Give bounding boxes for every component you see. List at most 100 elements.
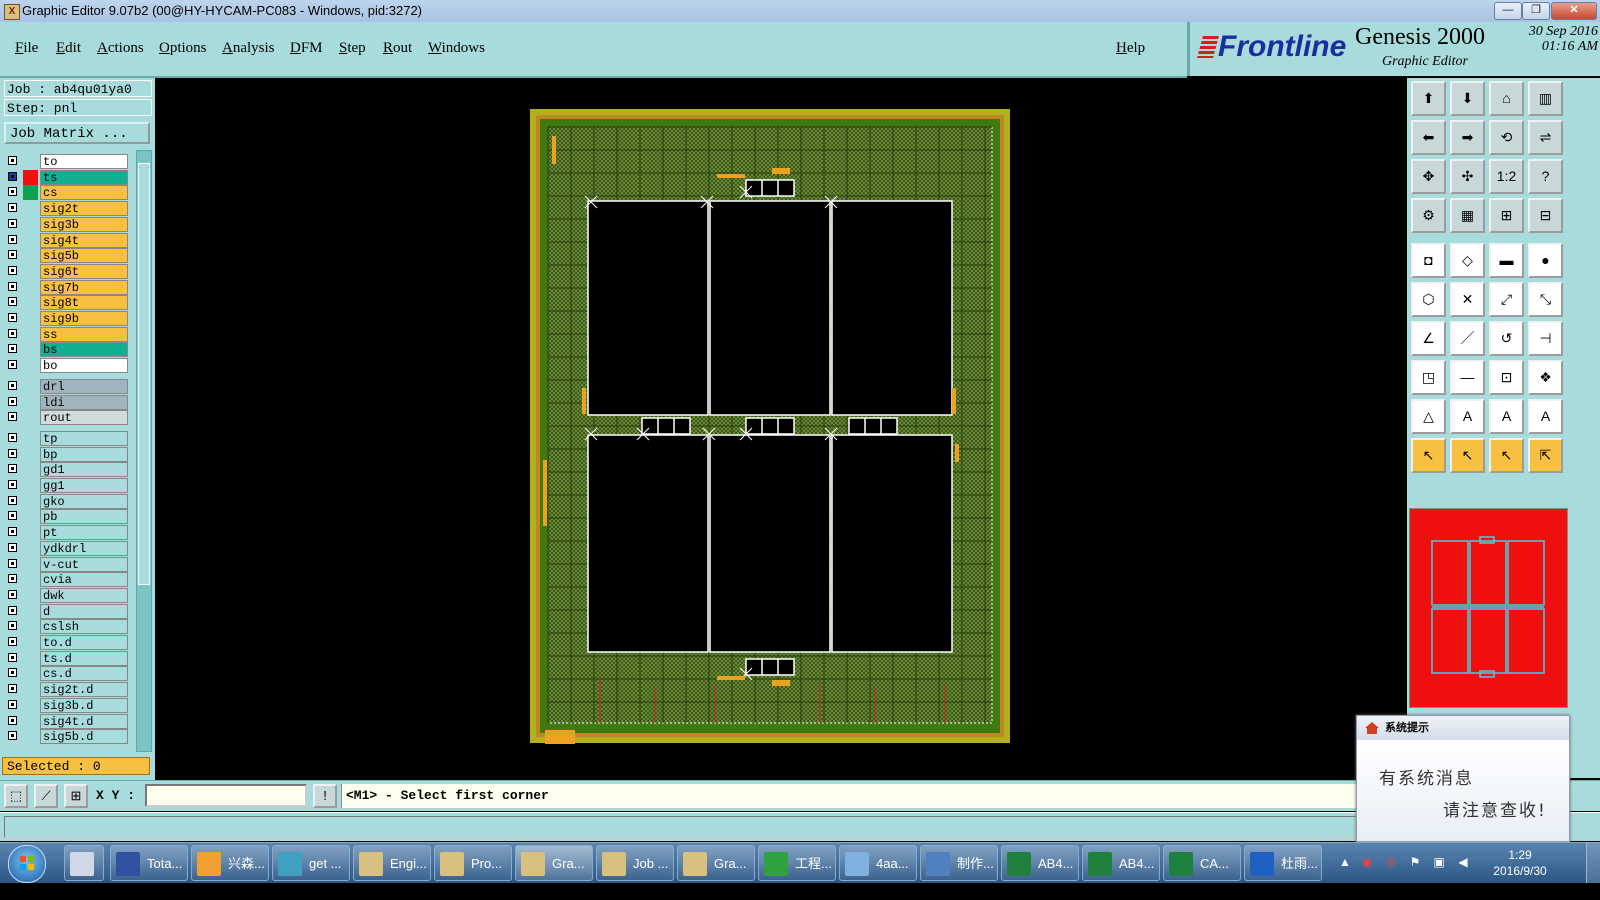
layer-checkbox[interactable]: [8, 360, 17, 370]
layer-checkbox[interactable]: [8, 412, 17, 422]
layer-row-ts-d[interactable]: ts.d: [4, 650, 128, 666]
layer-name[interactable]: sig3b: [40, 216, 128, 232]
layer-name[interactable]: to.d: [40, 635, 128, 650]
menu-actions[interactable]: Actions: [97, 40, 144, 57]
taskbar-item[interactable]: Engi...: [353, 845, 431, 881]
layer-name[interactable]: ts: [40, 169, 128, 185]
layer-checkbox[interactable]: [8, 699, 17, 709]
tool-button-icon[interactable]: ⟲: [1489, 120, 1524, 155]
info-icon[interactable]: !: [313, 784, 337, 808]
taskbar-item[interactable]: 制作...: [920, 845, 998, 881]
tool-button-icon[interactable]: A: [1528, 399, 1563, 434]
taskbar-item[interactable]: Tota...: [110, 845, 188, 881]
taskbar-clock[interactable]: 1:29 2016/9/30: [1480, 847, 1560, 879]
layer-checkbox[interactable]: [8, 527, 17, 537]
layer-checkbox[interactable]: [8, 156, 17, 165]
tool-button-icon[interactable]: ●: [1528, 243, 1563, 278]
taskbar-item[interactable]: CA...: [1163, 845, 1241, 881]
menu-rout[interactable]: Rout: [383, 40, 412, 57]
taskbar-item[interactable]: 兴森...: [191, 845, 269, 881]
tool-button-icon[interactable]: ↺: [1489, 321, 1524, 356]
layer-name[interactable]: ss: [40, 326, 128, 342]
layer-checkbox[interactable]: [8, 171, 17, 181]
taskbar-item[interactable]: Gra...: [515, 845, 593, 881]
tool-button-icon[interactable]: ✕: [1450, 282, 1485, 317]
layer-row-pb[interactable]: pb: [4, 509, 128, 525]
layer-row-dwk[interactable]: dwk: [4, 587, 128, 603]
layer-checkbox[interactable]: [8, 668, 17, 678]
layer-checkbox[interactable]: [8, 652, 17, 662]
layer-name[interactable]: bo: [40, 358, 128, 374]
layer-name[interactable]: cvia: [40, 572, 128, 588]
layer-checkbox[interactable]: [8, 380, 17, 390]
menu-dfm[interactable]: DFM: [290, 40, 323, 57]
taskbar-item[interactable]: 工程...: [758, 845, 836, 881]
taskbar-item[interactable]: Job ...: [596, 845, 674, 881]
tool-button-icon[interactable]: ◘: [1411, 243, 1446, 278]
layer-color-swatch[interactable]: [23, 185, 38, 201]
menu-analysis[interactable]: Analysis: [222, 40, 275, 57]
layer-name[interactable]: sig5b.d: [40, 729, 128, 745]
tool-button-icon[interactable]: 1:2: [1489, 159, 1524, 194]
layer-checkbox[interactable]: [8, 250, 17, 260]
layer-row-gd1[interactable]: gd1: [4, 462, 128, 478]
layer-checkbox[interactable]: [8, 684, 17, 694]
tool-button-icon[interactable]: ▦: [1450, 198, 1485, 233]
layer-name[interactable]: bp: [40, 446, 128, 462]
layer-row-cs[interactable]: cs: [4, 185, 128, 201]
layer-name[interactable]: ydkdrl: [40, 540, 128, 556]
layer-checkbox[interactable]: [8, 558, 17, 568]
layer-scroll-thumb[interactable]: [138, 163, 150, 585]
tool-button-icon[interactable]: ⤡: [1528, 282, 1563, 317]
menu-options[interactable]: Options: [159, 40, 207, 57]
tool-button-icon[interactable]: ⚙: [1411, 198, 1446, 233]
layer-row-cvia[interactable]: cvia: [4, 572, 128, 588]
tool-button-icon[interactable]: ⬆: [1411, 81, 1446, 116]
tool-button-icon[interactable]: ⇌: [1528, 120, 1563, 155]
layer-name[interactable]: tp: [40, 430, 128, 446]
layer-row-rout[interactable]: rout: [4, 410, 128, 426]
tool-button-icon[interactable]: ⊟: [1528, 198, 1563, 233]
taskbar-item[interactable]: [64, 845, 104, 881]
maximize-button[interactable]: ❐: [1522, 2, 1550, 20]
tool-button-icon[interactable]: ／: [1450, 321, 1485, 356]
tray-app-icon[interactable]: ◉: [1360, 855, 1374, 869]
layer-checkbox[interactable]: [8, 542, 17, 552]
layer-name[interactable]: sig5b: [40, 248, 128, 264]
layer-scrollbar[interactable]: [136, 150, 152, 752]
layer-name[interactable]: sig4t.d: [40, 713, 128, 729]
tool-button-icon[interactable]: △: [1411, 399, 1446, 434]
layer-row-cslsh[interactable]: cslsh: [4, 619, 128, 635]
panel-overview-minimap[interactable]: [1409, 508, 1568, 708]
taskbar-item[interactable]: Pro...: [434, 845, 512, 881]
layer-name[interactable]: d: [40, 603, 128, 619]
tool-button-icon[interactable]: ⊞: [1489, 198, 1524, 233]
layer-checkbox[interactable]: [8, 589, 17, 599]
tool-button-icon[interactable]: ⇱: [1528, 438, 1563, 473]
tool-button-icon[interactable]: ⊡: [1489, 360, 1524, 395]
layer-row-sig4t-d[interactable]: sig4t.d: [4, 713, 128, 729]
layer-row-sig3b-d[interactable]: sig3b.d: [4, 697, 128, 713]
tool-button-icon[interactable]: ◇: [1450, 243, 1485, 278]
layer-row-sig4t[interactable]: sig4t: [4, 232, 128, 248]
layer-checkbox[interactable]: [8, 448, 17, 458]
layer-row-bp[interactable]: bp: [4, 446, 128, 462]
tool-button-icon[interactable]: ➡: [1450, 120, 1485, 155]
layer-row-drl[interactable]: drl: [4, 378, 128, 394]
tool-button-icon[interactable]: A: [1489, 399, 1524, 434]
tool-button-icon[interactable]: ⌂: [1489, 81, 1524, 116]
taskbar-item[interactable]: Gra...: [677, 845, 755, 881]
tray-security-icon[interactable]: ⊘: [1384, 855, 1398, 869]
taskbar-item[interactable]: AB4...: [1001, 845, 1079, 881]
layer-row-v-cut[interactable]: v-cut: [4, 556, 128, 572]
layer-checkbox[interactable]: [8, 464, 17, 474]
layer-name[interactable]: sig2t.d: [40, 682, 128, 698]
tool-button-icon[interactable]: —: [1450, 360, 1485, 395]
layer-row-sig6t[interactable]: sig6t: [4, 263, 128, 279]
menu-edit[interactable]: Edit: [56, 40, 81, 57]
measure-icon[interactable]: ⟋: [34, 784, 58, 808]
tray-network-icon[interactable]: ▣: [1432, 855, 1446, 869]
layer-name[interactable]: cslsh: [40, 619, 128, 635]
tool-button-icon[interactable]: ▥: [1528, 81, 1563, 116]
layer-checkbox[interactable]: [8, 218, 17, 228]
